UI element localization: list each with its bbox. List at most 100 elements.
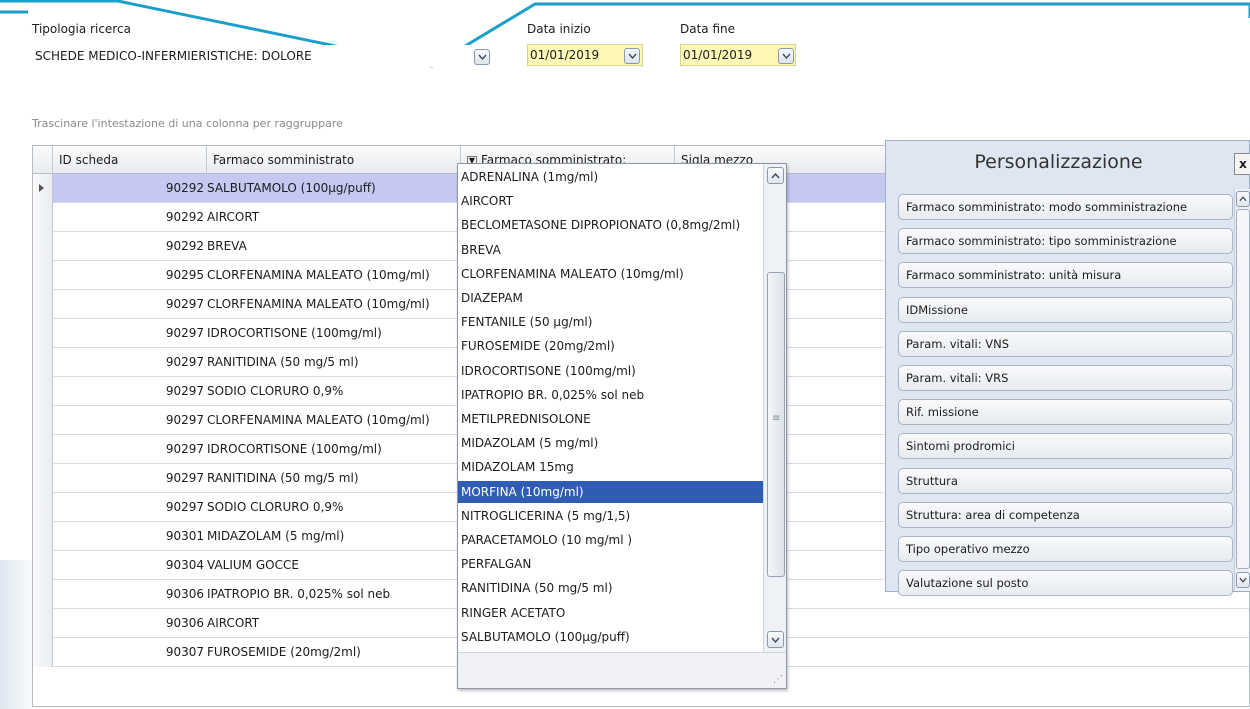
- panel-scrollbar[interactable]: [1234, 189, 1250, 591]
- row-header[interactable]: [33, 377, 53, 406]
- cell-farmaco[interactable]: CLORFENAMINA MALEATO (10mg/ml): [207, 290, 461, 319]
- row-header[interactable]: [33, 609, 53, 638]
- panel-field-button[interactable]: Rif. missione: [898, 399, 1233, 426]
- panel-field-button[interactable]: Struttura: [898, 467, 1233, 494]
- cell-farmaco[interactable]: BREVA: [207, 232, 461, 261]
- row-header[interactable]: [33, 261, 53, 290]
- cell-id-scheda[interactable]: 90297: [53, 348, 204, 377]
- cell-id-scheda[interactable]: 90307: [53, 638, 204, 667]
- dropdown-scrollbar[interactable]: [763, 164, 786, 652]
- dropdown-option[interactable]: MIDAZOLAM (5 mg/ml): [458, 432, 763, 454]
- cell-id-scheda[interactable]: 90306: [53, 580, 204, 609]
- dropdown-option[interactable]: NITROGLICERINA (5 mg/1,5): [458, 505, 763, 527]
- row-header[interactable]: [33, 493, 53, 522]
- cell-id-scheda[interactable]: 90292: [53, 232, 204, 261]
- row-header[interactable]: [33, 174, 53, 203]
- cell-farmaco[interactable]: AIRCORT: [207, 203, 461, 232]
- row-header[interactable]: [33, 464, 53, 493]
- panel-field-button[interactable]: Param. vitali: VNS: [898, 330, 1233, 357]
- cell-id-scheda[interactable]: 90292: [53, 174, 204, 203]
- dropdown-option[interactable]: BECLOMETASONE DIPROPIONATO (0,8mg/2ml): [458, 214, 763, 236]
- panel-field-button[interactable]: Farmaco somministrato: unità misura: [898, 262, 1233, 289]
- panel-field-button[interactable]: IDMissione: [898, 296, 1233, 323]
- cell-farmaco[interactable]: MIDAZOLAM (5 mg/ml): [207, 522, 461, 551]
- dropdown-option[interactable]: DIAZEPAM: [458, 287, 763, 309]
- row-header[interactable]: [33, 406, 53, 435]
- end-date-dropdown-button[interactable]: [778, 48, 794, 64]
- cell-farmaco[interactable]: RANITIDINA (50 mg/5 ml): [207, 464, 461, 493]
- cell-farmaco[interactable]: CLORFENAMINA MALEATO (10mg/ml): [207, 406, 461, 435]
- dropdown-option[interactable]: PARACETAMOLO (10 mg/ml ): [458, 529, 763, 551]
- row-header[interactable]: [33, 551, 53, 580]
- cell-farmaco[interactable]: IPATROPIO BR. 0,025% sol neb: [207, 580, 461, 609]
- dropdown-option[interactable]: SALBUTAMOLO (100µg/puff): [458, 626, 763, 648]
- cell-id-scheda[interactable]: 90295: [53, 261, 204, 290]
- cell-farmaco[interactable]: VALIUM GOCCE: [207, 551, 461, 580]
- scroll-thumb[interactable]: [1236, 209, 1250, 569]
- cell-id-scheda[interactable]: 90297: [53, 406, 204, 435]
- cell-farmaco[interactable]: FUROSEMIDE (20mg/2ml): [207, 638, 461, 667]
- dropdown-option[interactable]: CLORFENAMINA MALEATO (10mg/ml): [458, 263, 763, 285]
- dropdown-option[interactable]: MORFINA (10mg/ml): [458, 480, 763, 503]
- row-header[interactable]: [33, 319, 53, 348]
- scroll-thumb[interactable]: [767, 272, 785, 577]
- group-by-hint[interactable]: Trascinare l'intestazione di una colonna…: [32, 117, 343, 130]
- dropdown-option[interactable]: RANITIDINA (50 mg/5 ml): [458, 577, 763, 599]
- column-header-farmaco[interactable]: Farmaco somministrato: [207, 146, 461, 174]
- row-header[interactable]: [33, 435, 53, 464]
- dropdown-option[interactable]: FUROSEMIDE (20mg/2ml): [458, 335, 763, 357]
- scroll-down-button[interactable]: [1236, 572, 1250, 588]
- close-button[interactable]: x: [1234, 153, 1250, 175]
- cell-id-scheda[interactable]: 90306: [53, 609, 204, 638]
- panel-field-button[interactable]: Param. vitali: VRS: [898, 365, 1233, 391]
- resize-grip-icon[interactable]: ⋰: [773, 674, 783, 685]
- dropdown-option[interactable]: MIDAZOLAM 15mg: [458, 456, 763, 478]
- dropdown-option[interactable]: PERFALGAN: [458, 553, 763, 575]
- dropdown-option[interactable]: RINGER ACETATO: [458, 602, 763, 624]
- drug-filter-dropdown-list[interactable]: ADRENALINA (1mg/ml) AIRCORT BECLOMETASONE …: [457, 163, 787, 689]
- cell-farmaco[interactable]: RANITIDINA (50 mg/5 ml): [207, 348, 461, 377]
- row-header[interactable]: [33, 580, 53, 609]
- scroll-up-button[interactable]: [767, 167, 784, 184]
- panel-field-button[interactable]: Valutazione sul posto: [898, 570, 1233, 597]
- search-type-field[interactable]: SCHEDE MEDICO-INFERMIERISTICHE: DOLORE: [32, 45, 472, 67]
- cell-id-scheda[interactable]: 90301: [53, 522, 204, 551]
- row-header[interactable]: [33, 522, 53, 551]
- cell-id-scheda[interactable]: 90292: [53, 203, 204, 232]
- cell-id-scheda[interactable]: 90297: [53, 290, 204, 319]
- dropdown-option[interactable]: FENTANILE (50 µg/ml): [458, 311, 763, 333]
- search-type-dropdown-button[interactable]: [474, 49, 490, 65]
- start-date-dropdown-button[interactable]: [624, 48, 640, 64]
- cell-id-scheda[interactable]: 90297: [53, 377, 204, 406]
- panel-field-button[interactable]: Struttura: area di competenza: [898, 501, 1233, 528]
- scroll-up-button[interactable]: [1236, 191, 1250, 207]
- dropdown-option[interactable]: BREVA: [458, 239, 763, 261]
- row-header[interactable]: [33, 638, 53, 667]
- dropdown-option[interactable]: ADRENALINA (1mg/ml): [458, 166, 763, 188]
- panel-field-button[interactable]: Tipo operativo mezzo: [898, 536, 1233, 562]
- panel-field-button[interactable]: Farmaco somministrato: modo somministraz…: [898, 194, 1233, 220]
- cell-id-scheda[interactable]: 90297: [53, 319, 204, 348]
- cell-farmaco[interactable]: SODIO CLORURO 0,9%: [207, 377, 461, 406]
- row-header[interactable]: [33, 348, 53, 377]
- scroll-down-button[interactable]: [767, 631, 784, 648]
- dropdown-option[interactable]: AIRCORT: [458, 190, 763, 212]
- row-header[interactable]: [33, 203, 53, 232]
- row-header[interactable]: [33, 290, 53, 319]
- panel-field-button[interactable]: Sintomi prodromici: [898, 433, 1233, 460]
- dropdown-option[interactable]: IDROCORTISONE (100mg/ml): [458, 360, 763, 382]
- cell-id-scheda[interactable]: 90297: [53, 464, 204, 493]
- column-header-id-scheda[interactable]: ID scheda: [53, 146, 207, 174]
- cell-farmaco[interactable]: CLORFENAMINA MALEATO (10mg/ml): [207, 261, 461, 290]
- cell-farmaco[interactable]: IDROCORTISONE (100mg/ml): [207, 319, 461, 348]
- cell-farmaco[interactable]: SODIO CLORURO 0,9%: [207, 493, 461, 522]
- cell-id-scheda[interactable]: 90297: [53, 493, 204, 522]
- cell-farmaco[interactable]: IDROCORTISONE (100mg/ml): [207, 435, 461, 464]
- cell-id-scheda[interactable]: 90297: [53, 435, 204, 464]
- row-header[interactable]: [33, 232, 53, 261]
- cell-farmaco[interactable]: AIRCORT: [207, 609, 461, 638]
- dropdown-option[interactable]: IPATROPIO BR. 0,025% sol neb: [458, 384, 763, 406]
- dropdown-option[interactable]: METILPREDNISOLONE: [458, 408, 763, 430]
- cell-id-scheda[interactable]: 90304: [53, 551, 204, 580]
- cell-farmaco[interactable]: SALBUTAMOLO (100µg/puff): [207, 174, 461, 203]
